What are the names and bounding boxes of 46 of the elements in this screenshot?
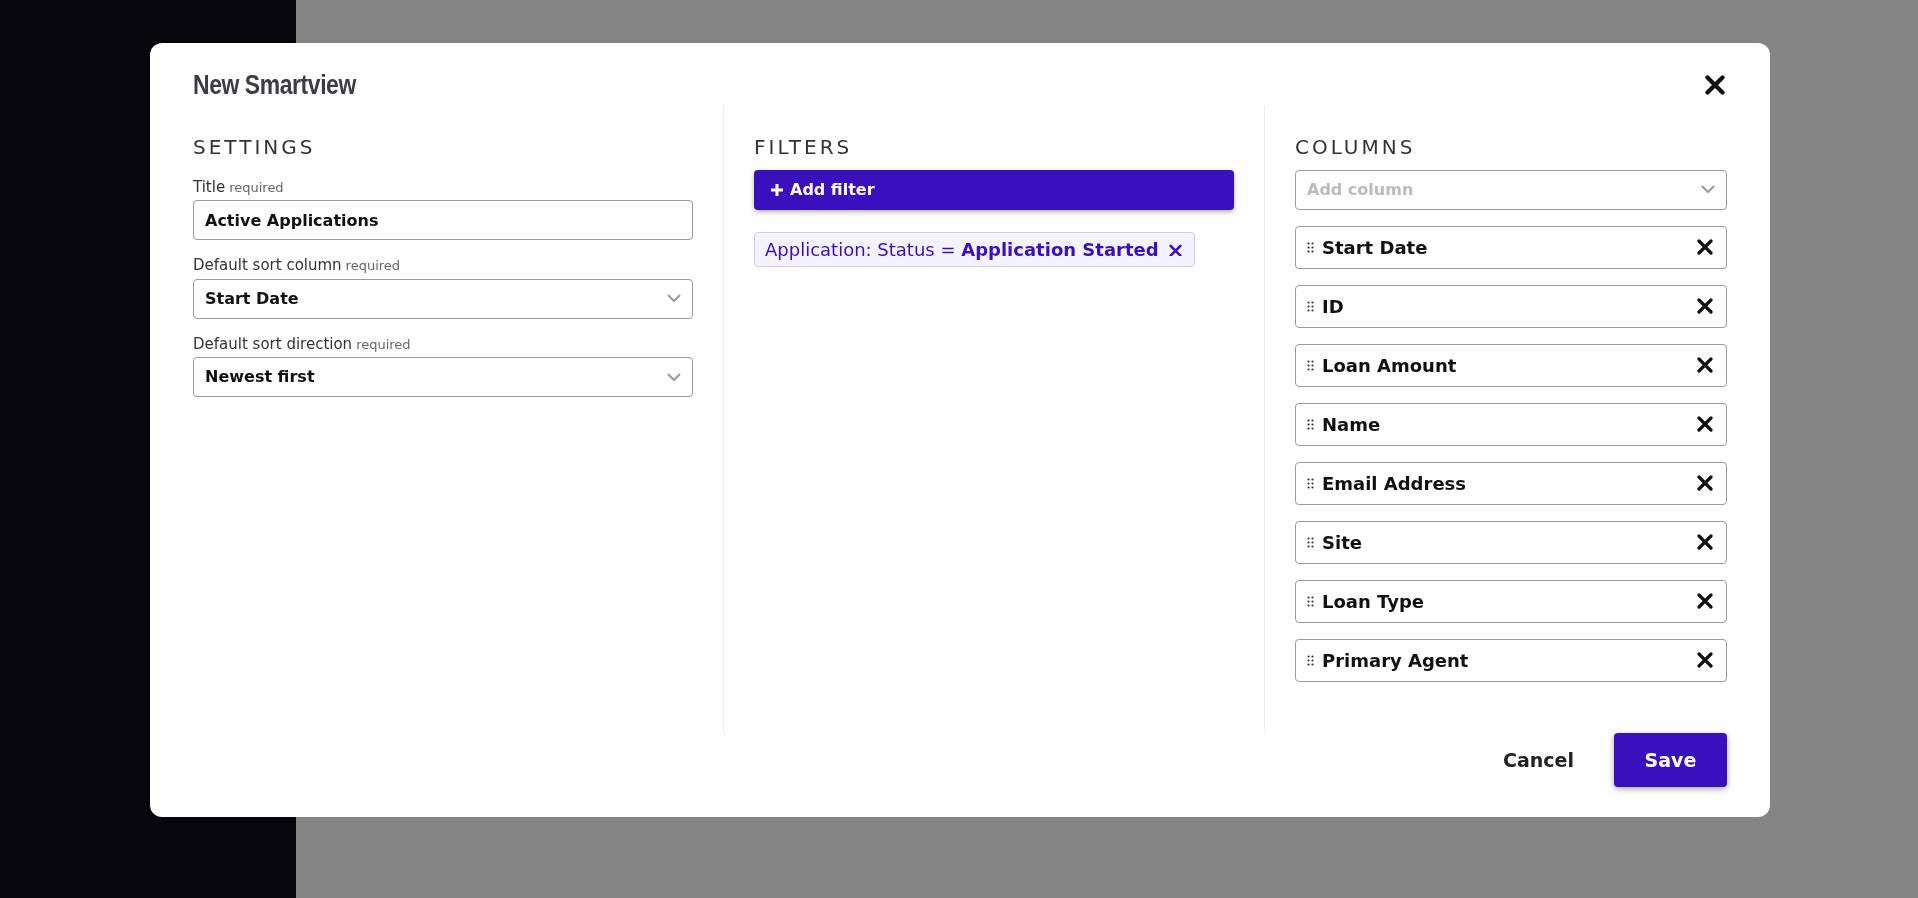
select-field[interactable]: Start Date — [193, 278, 693, 319]
column-item[interactable]: Email Address — [1295, 461, 1727, 505]
remove-column-button[interactable] — [1695, 355, 1715, 375]
column-item[interactable]: Loan Type — [1295, 579, 1727, 623]
column-item[interactable]: Loan Amount — [1295, 343, 1727, 387]
remove-column-button[interactable] — [1695, 296, 1715, 316]
close-button[interactable] — [1703, 73, 1727, 98]
remove-column-button[interactable] — [1695, 237, 1715, 257]
filter-text: Application: Status = Application Started — [765, 237, 1159, 262]
cancel-button[interactable]: Cancel — [1479, 735, 1598, 785]
section-heading: FILTERS — [754, 133, 854, 161]
remove-column-button[interactable] — [1695, 650, 1715, 670]
column-item[interactable]: ID — [1295, 284, 1727, 328]
remove-column-button[interactable] — [1695, 414, 1715, 434]
drag-handle-icon — [1307, 595, 1314, 607]
section-heading: SETTINGS — [193, 133, 317, 161]
required-hint: required — [356, 336, 411, 352]
field-label: Default sort column — [193, 256, 342, 274]
field-label: Title — [193, 177, 226, 196]
plus-icon — [770, 182, 784, 197]
column-item[interactable]: Site — [1295, 520, 1727, 564]
column-item[interactable]: Start Date — [1295, 225, 1727, 269]
column-item[interactable]: Name — [1295, 402, 1727, 446]
drag-handle-icon — [1307, 654, 1314, 666]
remove-column-button[interactable] — [1695, 591, 1715, 611]
drag-handle-icon — [1307, 477, 1314, 489]
drag-handle-icon — [1307, 300, 1314, 312]
drag-handle-icon — [1307, 418, 1314, 430]
chevron-down-icon — [1701, 185, 1715, 194]
remove-column-button[interactable] — [1695, 473, 1715, 493]
chevron-down-icon — [667, 372, 681, 382]
drag-handle-icon — [1307, 536, 1314, 548]
text-field[interactable]: Active Applications — [193, 200, 693, 240]
column-item[interactable]: Primary Agent — [1295, 638, 1727, 682]
required-hint: required — [229, 179, 284, 195]
select-field[interactable]: Newest first — [193, 357, 693, 397]
section-heading: COLUMNS — [1295, 133, 1417, 161]
add-filter-button[interactable]: Add filter — [754, 169, 1234, 210]
field-label: Default sort direction — [193, 334, 353, 353]
save-button[interactable]: Save — [1614, 733, 1727, 787]
drag-handle-icon — [1307, 359, 1314, 371]
drag-handle-icon — [1307, 241, 1314, 253]
chevron-down-icon — [667, 294, 681, 303]
remove-column-button[interactable] — [1695, 532, 1715, 552]
required-hint: required — [345, 258, 401, 273]
dialog-title: New Smartview — [193, 69, 356, 102]
